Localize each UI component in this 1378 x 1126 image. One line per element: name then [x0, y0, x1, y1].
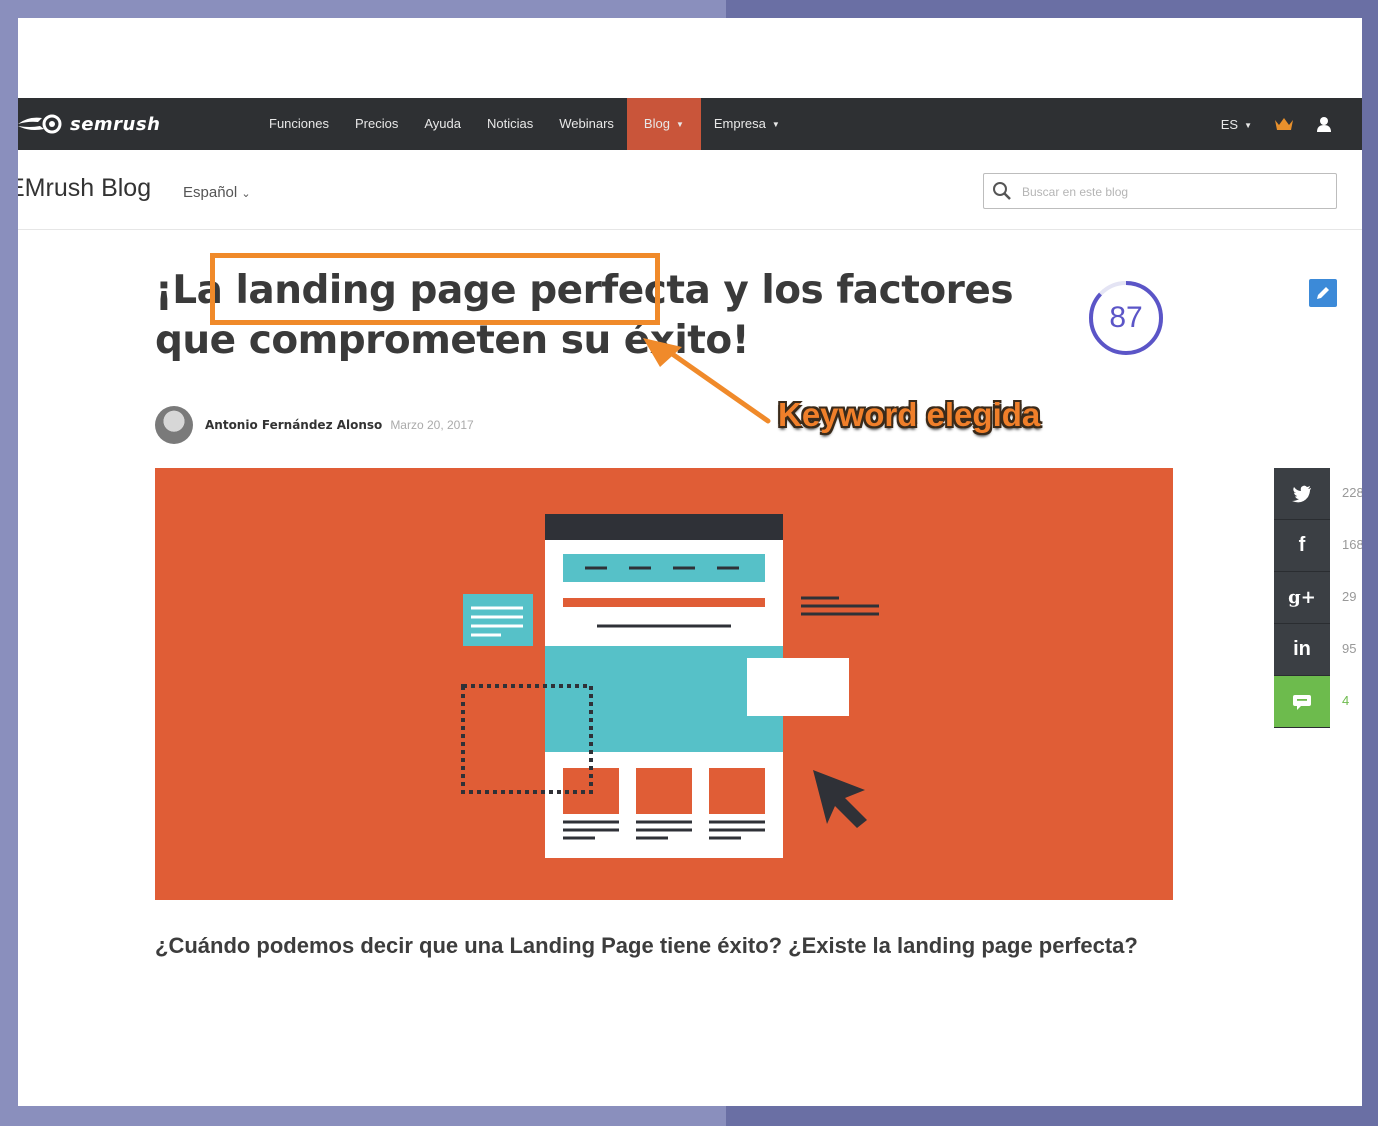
edit-button[interactable]	[1309, 279, 1337, 307]
semrush-logo[interactable]: semrush	[18, 112, 160, 136]
caret-down-icon: ▼	[771, 119, 780, 129]
nav-label: Blog	[643, 116, 670, 131]
linkedin-icon: in	[1293, 638, 1311, 660]
nav-item-empresa[interactable]: Empresa ▼	[701, 98, 793, 150]
annotation-arrow-icon	[643, 338, 771, 424]
logo-text: semrush	[70, 113, 161, 135]
annotation-label: Keyword elegida	[778, 396, 1041, 433]
nav-label: Webinars	[559, 116, 614, 131]
comments-button[interactable]	[1274, 676, 1330, 728]
nav-item-ayuda[interactable]: Ayuda	[411, 98, 474, 150]
share-facebook-button[interactable]: f	[1274, 520, 1330, 572]
nav-item-webinars[interactable]: Webinars	[546, 98, 627, 150]
nav-label: Ayuda	[424, 116, 461, 131]
pencil-icon	[1317, 287, 1329, 299]
divider	[18, 229, 1362, 230]
twitter-icon	[1292, 485, 1311, 502]
googleplus-count: 29	[1342, 589, 1357, 604]
share-twitter-button[interactable]	[1274, 468, 1330, 520]
share-bar: f g+ in 228 168 29 95 4	[1274, 468, 1362, 728]
blog-language-label: Español	[183, 184, 238, 201]
browser-page: semrush Funciones Precios Ayuda Noticias…	[18, 18, 1362, 1106]
top-nav: semrush Funciones Precios Ayuda Noticias…	[18, 98, 1362, 150]
google-plus-icon: g+	[1288, 587, 1316, 608]
logo-icon	[18, 114, 62, 134]
nav-label: Empresa	[713, 116, 766, 131]
nav-item-blog[interactable]: Blog ▼	[626, 98, 701, 150]
search-input[interactable]	[1020, 180, 1324, 204]
seo-score: 87	[1088, 280, 1164, 356]
caret-down-icon: ▼	[1244, 120, 1252, 130]
share-googleplus-button[interactable]: g+	[1274, 572, 1330, 624]
linkedin-count: 95	[1342, 641, 1357, 656]
twitter-count: 228	[1342, 485, 1362, 500]
nav-item-precios[interactable]: Precios	[342, 98, 411, 150]
nav-item-funciones[interactable]: Funciones	[256, 98, 342, 150]
facebook-count: 168	[1342, 537, 1362, 552]
author-name[interactable]: Antonio Fernández Alonso	[205, 418, 382, 432]
hero-image	[155, 468, 1173, 900]
nav-right: ES ▼	[1221, 98, 1332, 150]
comment-count: 4	[1342, 693, 1350, 708]
nav-label: Noticias	[486, 116, 534, 131]
language-label: ES	[1220, 116, 1239, 132]
share-linkedin-button[interactable]: in	[1274, 624, 1330, 676]
facebook-icon: f	[1298, 534, 1306, 556]
search-icon	[993, 182, 1011, 200]
landing-page-illustration	[461, 514, 879, 858]
publish-date: Marzo 20, 2017	[390, 418, 474, 432]
keyword-highlight-box	[210, 253, 660, 325]
caret-down-icon: ▼	[675, 119, 684, 129]
nav-menu: Funciones Precios Ayuda Noticias Webinar…	[256, 98, 793, 150]
blog-search[interactable]	[983, 173, 1337, 209]
nav-label: Precios	[354, 116, 399, 131]
language-selector[interactable]: ES ▼	[1221, 117, 1252, 132]
user-icon[interactable]	[1316, 116, 1332, 132]
comment-icon	[1293, 694, 1311, 710]
chevron-down-icon: ⌄	[241, 188, 251, 200]
blog-title[interactable]: EMrush Blog	[18, 174, 151, 203]
author-line: Antonio Fernández Alonso Marzo 20, 2017	[155, 406, 474, 444]
nav-item-noticias[interactable]: Noticias	[474, 98, 546, 150]
crown-icon[interactable]	[1274, 116, 1294, 132]
blog-language-dropdown[interactable]: Español ⌄	[183, 184, 251, 201]
article-lead: ¿Cuándo podemos decir que una Landing Pa…	[155, 933, 1138, 958]
avatar[interactable]	[155, 406, 193, 444]
score-value: 87	[1109, 301, 1143, 334]
nav-label: Funciones	[269, 116, 329, 131]
